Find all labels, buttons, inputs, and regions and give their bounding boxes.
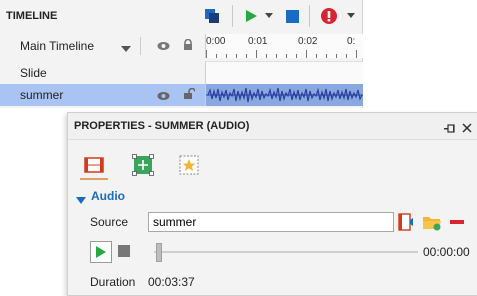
eye-icon[interactable] (157, 90, 170, 104)
stop-button[interactable] (114, 241, 134, 261)
source-label: Source (90, 215, 129, 229)
transform-tab-icon[interactable] (132, 154, 154, 176)
slide-track[interactable] (205, 61, 363, 84)
divider (140, 37, 141, 55)
timeline-ruler[interactable]: 0:00 0:01 0:02 0: (205, 34, 363, 58)
stop-icon (118, 245, 130, 257)
time-display: 00:00:00 (423, 245, 470, 259)
pin-icon[interactable] (444, 121, 456, 139)
duration-label: Duration (90, 275, 136, 289)
ruler-tick-label: 0:00 (206, 36, 226, 47)
play-button[interactable] (90, 241, 112, 263)
chevron-down-icon[interactable] (346, 6, 356, 26)
ruler-tick-label: 0:02 (298, 36, 318, 47)
ruler-tick-label: 0:01 (248, 36, 268, 47)
layers-icon[interactable] (202, 6, 222, 26)
toolbar-divider (232, 5, 233, 27)
timeline-row-label: Slide (20, 66, 47, 80)
eye-icon[interactable] (157, 40, 170, 54)
collapse-icon[interactable] (76, 192, 86, 210)
timeline-row-label: summer (20, 88, 64, 102)
main-timeline-label: Main Timeline (20, 39, 95, 53)
timeline-title: TIMELINE (6, 10, 58, 22)
stop-icon[interactable] (283, 6, 301, 26)
audio-section-label[interactable]: Audio (91, 189, 125, 203)
media-tab-icon[interactable] (84, 155, 104, 175)
toolbar-divider (309, 5, 310, 27)
seek-slider-thumb[interactable] (156, 243, 162, 262)
audio-waveform-track[interactable] (205, 84, 363, 106)
lock-icon[interactable] (183, 38, 193, 54)
play-icon[interactable] (242, 6, 260, 26)
record-icon[interactable] (319, 6, 339, 26)
play-icon (96, 246, 106, 258)
active-tab-indicator (80, 178, 108, 180)
close-icon[interactable] (462, 120, 472, 138)
properties-title: PROPERTIES - SUMMER (AUDIO) (74, 120, 250, 132)
audio-properties-icon[interactable] (398, 212, 416, 232)
chevron-down-icon[interactable] (121, 42, 131, 56)
chevron-down-icon[interactable] (264, 6, 274, 26)
remove-icon[interactable] (448, 213, 466, 231)
open-folder-icon[interactable] (422, 212, 442, 232)
source-field[interactable]: summer (148, 212, 394, 232)
duration-value: 00:03:37 (148, 275, 195, 289)
effects-tab-icon[interactable] (178, 154, 199, 175)
timeline-header: TIMELINE (0, 0, 362, 32)
properties-header: PROPERTIES - SUMMER (AUDIO) (68, 113, 477, 140)
properties-panel: PROPERTIES - SUMMER (AUDIO) Audio Source… (67, 112, 477, 296)
ruler-tick-label: 0: (347, 36, 356, 47)
seek-track[interactable] (154, 251, 418, 253)
timeline-panel: TIMELINE Main Timeline 0:00 0:01 0:02 0:… (0, 0, 363, 108)
unlock-icon[interactable] (183, 87, 196, 103)
